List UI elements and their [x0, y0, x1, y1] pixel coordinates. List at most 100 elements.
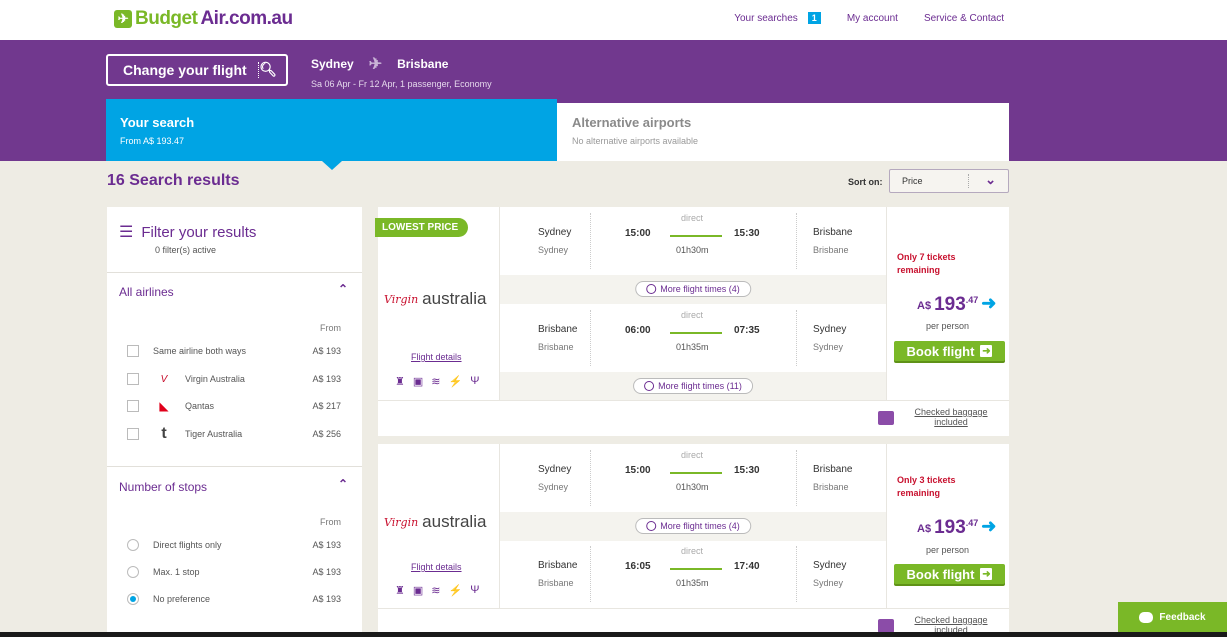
divider	[796, 546, 797, 602]
airline-name: australia	[422, 512, 487, 531]
radio[interactable]	[127, 593, 139, 605]
my-account-link[interactable]: My account	[847, 13, 898, 24]
airline-column: Virgin australia Flight details ♜ ▣ ≋ ⚡ …	[378, 444, 500, 608]
brand-logo[interactable]: ✈ Budget Air.com.au	[114, 8, 293, 30]
option-price: A$ 193	[312, 540, 341, 550]
leg-arrival-time: 15:30	[734, 228, 760, 239]
filter-panel: ☰ Filter your results 0 filter(s) active …	[107, 207, 362, 637]
result-card: Virgin australia Flight details ♜ ▣ ≋ ⚡ …	[378, 444, 1009, 637]
power-icon: ⚡	[448, 376, 463, 388]
filter-title: Filter your results	[141, 223, 257, 241]
leg-departure-time: 15:00	[625, 465, 651, 476]
tab-alternative-airports[interactable]: Alternative airports No alternative airp…	[557, 103, 1009, 161]
checkbox[interactable]	[127, 345, 139, 357]
more-times-band: More flight times (4)	[500, 275, 886, 304]
filter-option-same-airline[interactable]: Same airline both ways A$ 193	[127, 343, 341, 359]
tickets-remaining: Only 7 tickets remaining	[897, 252, 956, 275]
searches-count-badge: 1	[807, 12, 821, 24]
power-icon: ⚡	[448, 585, 463, 597]
flight-details-link[interactable]: Flight details	[411, 352, 462, 362]
flight-details-link[interactable]: Flight details	[411, 562, 462, 572]
more-flight-times-button[interactable]: More flight times (4)	[635, 518, 751, 534]
virgin-logo-icon: V	[160, 373, 168, 385]
brand-name-part2: Air.com.au	[200, 8, 293, 29]
airline-name: australia	[422, 289, 487, 308]
book-flight-button[interactable]: Book flight ➜	[894, 564, 1005, 584]
lowest-price-badge: LOWEST PRICE	[375, 218, 469, 237]
amenities: ♜ ▣ ≋ ⚡ Ψ	[395, 375, 479, 388]
leg-to-city: Sydney	[813, 324, 847, 335]
book-flight-button[interactable]: Book flight ➜	[894, 341, 1005, 361]
option-label: Same airline both ways	[153, 346, 247, 356]
filter-option-no-preference[interactable]: No preference A$ 193	[127, 591, 341, 607]
airline-logo: Virgin australia	[384, 289, 486, 309]
leg-arrival-time: 17:40	[734, 561, 760, 572]
more-flight-times-button[interactable]: More flight times (4)	[635, 281, 751, 297]
feedback-button[interactable]: Feedback	[1118, 602, 1227, 632]
tab-title: Alternative airports	[572, 115, 692, 130]
suitcase-icon	[878, 619, 894, 633]
more-times-band: More flight times (11)	[500, 372, 886, 401]
meal-icon: Ψ	[470, 375, 480, 387]
leg-from-airport: Brisbane	[538, 578, 574, 588]
radio[interactable]	[127, 566, 139, 578]
price[interactable]: A$ 193 .47 ➜	[917, 516, 997, 539]
checkbox[interactable]	[127, 373, 139, 385]
price[interactable]: A$ 193 .47 ➜	[917, 293, 996, 316]
bottom-bar	[0, 632, 1227, 637]
sort-select[interactable]: Price ⌄	[889, 169, 1009, 193]
filter-option-virgin[interactable]: V Virgin Australia A$ 193	[127, 371, 341, 387]
baggage-link[interactable]: Checked baggage included	[908, 407, 994, 427]
chevron-up-icon[interactable]: ⌃	[338, 477, 348, 491]
leg-type: direct	[681, 213, 704, 223]
option-price: A$ 193	[312, 567, 341, 577]
virgin-logo-icon: Virgin	[384, 292, 419, 306]
your-searches-label: Your searches	[734, 13, 798, 24]
chat-bubble-icon	[1139, 611, 1154, 623]
clock-icon	[646, 521, 657, 531]
more-times-label: More flight times (4)	[660, 284, 740, 294]
filter-option-max1[interactable]: Max. 1 stop A$ 193	[127, 564, 341, 580]
results-count: 16 Search results	[107, 172, 240, 189]
origin-city: Sydney	[311, 57, 354, 71]
service-contact-link[interactable]: Service & Contact	[924, 13, 1004, 24]
leg-from-airport: Sydney	[538, 245, 569, 255]
arrow-right-icon: ➜	[981, 516, 997, 536]
your-searches-link[interactable]: Your searches 1	[734, 12, 821, 24]
leg-to-airport: Sydney	[813, 342, 844, 352]
filter-option-tiger[interactable]: t Tiger Australia A$ 256	[127, 425, 341, 442]
change-flight-button[interactable]: Change your flight 🔍︎	[106, 54, 288, 86]
feedback-label: Feedback	[1159, 611, 1206, 623]
filter-option-direct[interactable]: Direct flights only A$ 193	[127, 537, 341, 553]
inbound-leg[interactable]: Brisbane Brisbane direct 16:05 17:40 01h…	[500, 540, 886, 608]
divider	[796, 450, 797, 506]
inbound-leg[interactable]: Brisbane Brisbane direct 06:00 07:35 01h…	[500, 304, 886, 372]
virgin-logo-icon: Virgin	[384, 515, 419, 529]
leg-to-airport: Brisbane	[813, 482, 849, 492]
leg-departure-time: 06:00	[625, 325, 651, 336]
seat-icon: ♜	[395, 376, 405, 388]
sliders-icon: ☰	[119, 224, 134, 241]
tab-your-search[interactable]: Your search From A$ 193.47	[106, 99, 557, 161]
checkbox[interactable]	[127, 428, 139, 440]
filter-option-qantas[interactable]: ◣ Qantas A$ 217	[127, 398, 341, 414]
chevron-up-icon[interactable]: ⌃	[338, 282, 348, 296]
stops-title[interactable]: Number of stops	[107, 480, 219, 494]
wifi-icon: ≋	[431, 585, 441, 597]
radio[interactable]	[127, 539, 139, 551]
top-nav: Your searches 1 My account Service & Cont…	[734, 12, 1004, 24]
price-integer: 193	[934, 294, 966, 315]
leg-type: direct	[681, 450, 704, 460]
clock-icon	[646, 284, 657, 294]
option-label: Max. 1 stop	[153, 567, 200, 577]
airlines-filter: All airlines ⌃ From Same airline both wa…	[107, 273, 362, 467]
airlines-title[interactable]: All airlines	[107, 285, 186, 299]
seat-icon: ♜	[395, 585, 405, 597]
route-summary: Sydney ✈ Brisbane Sa 06 Apr - Fr 12 Apr,…	[311, 54, 492, 89]
qantas-logo-icon: ◣	[159, 399, 169, 413]
more-flight-times-button[interactable]: More flight times (11)	[633, 378, 753, 394]
outbound-leg[interactable]: Sydney Sydney direct 15:00 15:30 01h30m …	[500, 207, 886, 275]
outbound-leg[interactable]: Sydney Sydney direct 15:00 15:30 01h30m …	[500, 444, 886, 512]
divider	[590, 450, 591, 506]
checkbox[interactable]	[127, 400, 139, 412]
